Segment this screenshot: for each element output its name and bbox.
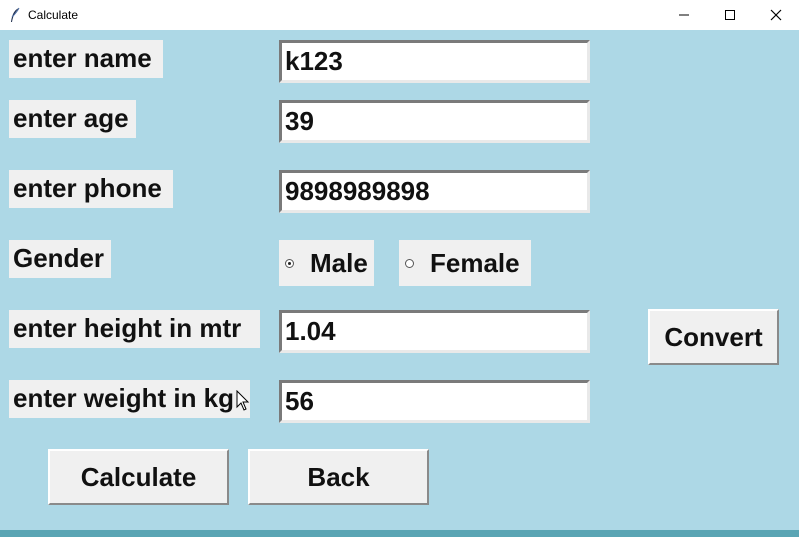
convert-button[interactable]: Convert [648, 309, 779, 365]
close-button[interactable] [753, 0, 799, 30]
minimize-icon [679, 14, 689, 16]
phone-input[interactable] [285, 173, 584, 209]
name-field[interactable] [279, 40, 590, 83]
weight-label: enter weight in kg [9, 380, 250, 418]
phone-label: enter phone [9, 170, 173, 208]
maximize-icon [725, 10, 735, 20]
radio-unselected-icon[interactable] [405, 259, 414, 268]
height-label: enter height in mtr [9, 310, 260, 348]
phone-field[interactable] [279, 170, 590, 213]
bottom-edge [0, 530, 799, 537]
gender-label: Gender [9, 240, 111, 278]
mouse-pointer-icon [236, 389, 250, 417]
age-field[interactable] [279, 100, 590, 143]
radio-female-label: Female [430, 248, 520, 278]
age-label: enter age [9, 100, 136, 138]
window-title: Calculate [28, 8, 79, 22]
title-bar: Calculate [0, 0, 799, 30]
height-field[interactable] [279, 310, 590, 353]
maximize-button[interactable] [707, 0, 753, 30]
name-label: enter name [9, 40, 163, 78]
weight-field[interactable] [279, 380, 590, 423]
name-input[interactable] [285, 43, 584, 79]
gender-radio-male[interactable]: Male [279, 240, 374, 286]
gender-radio-female[interactable]: Female [399, 240, 531, 286]
feather-icon [9, 7, 21, 23]
radio-male-label: Male [310, 248, 368, 278]
age-input[interactable] [285, 103, 584, 139]
radio-selected-icon[interactable] [285, 259, 294, 268]
minimize-button[interactable] [661, 0, 707, 30]
height-input[interactable] [285, 313, 584, 349]
close-icon [770, 9, 782, 21]
back-button[interactable]: Back [248, 449, 429, 505]
weight-input[interactable] [285, 383, 584, 419]
calculate-button[interactable]: Calculate [48, 449, 229, 505]
